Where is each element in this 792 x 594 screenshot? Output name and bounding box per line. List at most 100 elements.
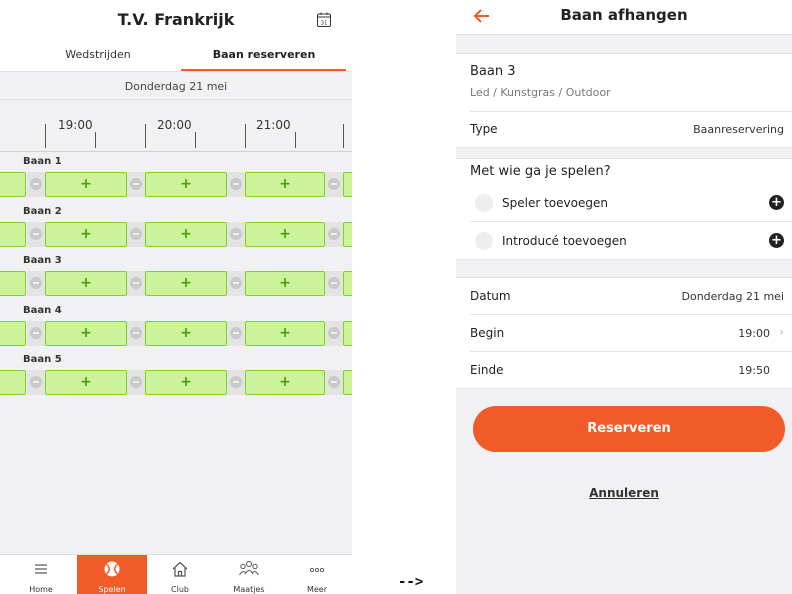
reserve-button[interactable]: Reserveren bbox=[473, 406, 785, 452]
court-slot[interactable] bbox=[0, 172, 26, 197]
slot-gap bbox=[127, 172, 145, 197]
court-slot[interactable]: + bbox=[145, 370, 227, 395]
hour-tick bbox=[245, 124, 246, 148]
slot-gap bbox=[325, 172, 343, 197]
court-slot[interactable] bbox=[343, 370, 352, 395]
menu-icon bbox=[35, 564, 47, 574]
slot-gap bbox=[27, 370, 45, 395]
minus-icon bbox=[230, 327, 242, 339]
court-label-baan-3: Baan 3 bbox=[23, 255, 62, 266]
nav-maatjes[interactable]: Maatjes bbox=[214, 555, 284, 594]
court-slot[interactable]: + bbox=[245, 321, 325, 346]
add-player-label[interactable]: Speler toevoegen bbox=[502, 196, 608, 210]
cancel-link[interactable]: Annuleren bbox=[456, 486, 792, 500]
einde-value: 19:50 bbox=[738, 364, 770, 377]
players-section-title: Met wie ga je spelen? bbox=[470, 164, 611, 179]
nav-label: Club bbox=[171, 585, 189, 594]
minus-icon bbox=[230, 178, 242, 190]
court-slot[interactable]: + bbox=[45, 222, 127, 247]
minus-icon bbox=[328, 376, 340, 388]
minus-icon bbox=[230, 228, 242, 240]
court-slot[interactable] bbox=[343, 321, 352, 346]
court-slot[interactable] bbox=[343, 271, 352, 296]
section-spacer bbox=[456, 34, 792, 54]
app-header: Baan afhangen bbox=[456, 0, 792, 34]
time-label: 19:00 bbox=[58, 118, 93, 132]
slot-gap bbox=[27, 222, 45, 247]
nav-home[interactable]: Home bbox=[6, 555, 76, 594]
court-slot[interactable]: + bbox=[45, 321, 127, 346]
add-introduce-plus-icon[interactable]: + bbox=[769, 233, 784, 248]
court-slot[interactable]: + bbox=[145, 271, 227, 296]
nav-club[interactable]: Club bbox=[145, 555, 215, 594]
calendar-icon[interactable]: 31 bbox=[317, 12, 331, 27]
minus-icon bbox=[30, 228, 42, 240]
nav-label: Spelen bbox=[98, 585, 126, 594]
nav-spelen[interactable]: Spelen bbox=[77, 555, 147, 594]
tab-baan-reserveren[interactable]: Baan reserveren bbox=[176, 48, 352, 61]
court-slot[interactable]: + bbox=[45, 271, 127, 296]
court-slot[interactable]: + bbox=[45, 370, 127, 395]
court-label-baan-4: Baan 4 bbox=[23, 305, 62, 316]
add-player-plus-icon[interactable]: + bbox=[769, 195, 784, 210]
player-avatar-placeholder bbox=[475, 194, 493, 212]
slot-gap bbox=[227, 370, 245, 395]
court-slot[interactable] bbox=[343, 222, 352, 247]
chevron-right-icon[interactable]: › bbox=[779, 325, 784, 339]
tab-bar: Wedstrijden Baan reserveren bbox=[0, 40, 352, 72]
player-avatar-placeholder bbox=[475, 232, 493, 250]
minus-icon bbox=[130, 376, 142, 388]
half-hour-tick bbox=[95, 132, 96, 148]
time-label: 20:00 bbox=[157, 118, 192, 132]
court-slot[interactable]: + bbox=[245, 172, 325, 197]
court-details: Led / Kunstgras / Outdoor bbox=[470, 86, 611, 99]
minus-icon bbox=[328, 228, 340, 240]
court-slot[interactable] bbox=[0, 271, 26, 296]
minus-icon bbox=[30, 277, 42, 289]
minus-icon bbox=[130, 178, 142, 190]
hour-tick bbox=[45, 124, 46, 148]
slot-gap bbox=[227, 222, 245, 247]
screenshot-stage: T.V. Frankrijk 31 Wedstrijden Baan reser… bbox=[0, 0, 792, 594]
court-slot[interactable]: + bbox=[145, 222, 227, 247]
nav-meer[interactable]: Meer bbox=[282, 555, 352, 594]
people-icon bbox=[239, 561, 259, 576]
axis-baseline bbox=[0, 151, 352, 152]
transition-arrow: --> bbox=[398, 574, 424, 590]
court-slot[interactable] bbox=[343, 172, 352, 197]
minus-icon bbox=[130, 277, 142, 289]
court-slot[interactable]: + bbox=[145, 321, 227, 346]
minus-icon bbox=[30, 178, 42, 190]
minus-icon bbox=[130, 228, 142, 240]
datum-value[interactable]: Donderdag 21 mei bbox=[682, 290, 785, 303]
slot-gap bbox=[127, 222, 145, 247]
divider bbox=[470, 351, 792, 352]
active-tab-indicator bbox=[181, 69, 346, 71]
tennis-ball-icon bbox=[104, 561, 120, 577]
slot-gap bbox=[227, 321, 245, 346]
nav-label: Meer bbox=[306, 585, 328, 594]
slot-gap bbox=[325, 321, 343, 346]
court-label-baan-2: Baan 2 bbox=[23, 206, 62, 217]
court-slot[interactable] bbox=[0, 370, 26, 395]
court-slot[interactable]: + bbox=[245, 222, 325, 247]
schedule-date[interactable]: Donderdag 21 mei bbox=[0, 72, 352, 100]
court-slot[interactable] bbox=[0, 222, 26, 247]
begin-value[interactable]: 19:00 bbox=[738, 327, 770, 340]
court-label-baan-1: Baan 1 bbox=[23, 156, 62, 167]
court-slot[interactable]: + bbox=[245, 271, 325, 296]
section-spacer bbox=[456, 147, 792, 159]
tab-wedstrijden[interactable]: Wedstrijden bbox=[10, 48, 186, 61]
divider bbox=[470, 221, 792, 222]
minus-icon bbox=[30, 376, 42, 388]
court-slot[interactable]: + bbox=[45, 172, 127, 197]
court-slot[interactable] bbox=[0, 321, 26, 346]
minus-icon bbox=[230, 277, 242, 289]
minus-icon bbox=[328, 327, 340, 339]
add-introduce-label[interactable]: Introducé toevoegen bbox=[502, 234, 627, 248]
court-slot[interactable]: + bbox=[145, 172, 227, 197]
bottom-navigation: Home Spelen Club Maatjes Meer bbox=[0, 554, 352, 594]
court-slot[interactable]: + bbox=[245, 370, 325, 395]
divider bbox=[470, 314, 792, 315]
datum-label: Datum bbox=[470, 289, 511, 303]
